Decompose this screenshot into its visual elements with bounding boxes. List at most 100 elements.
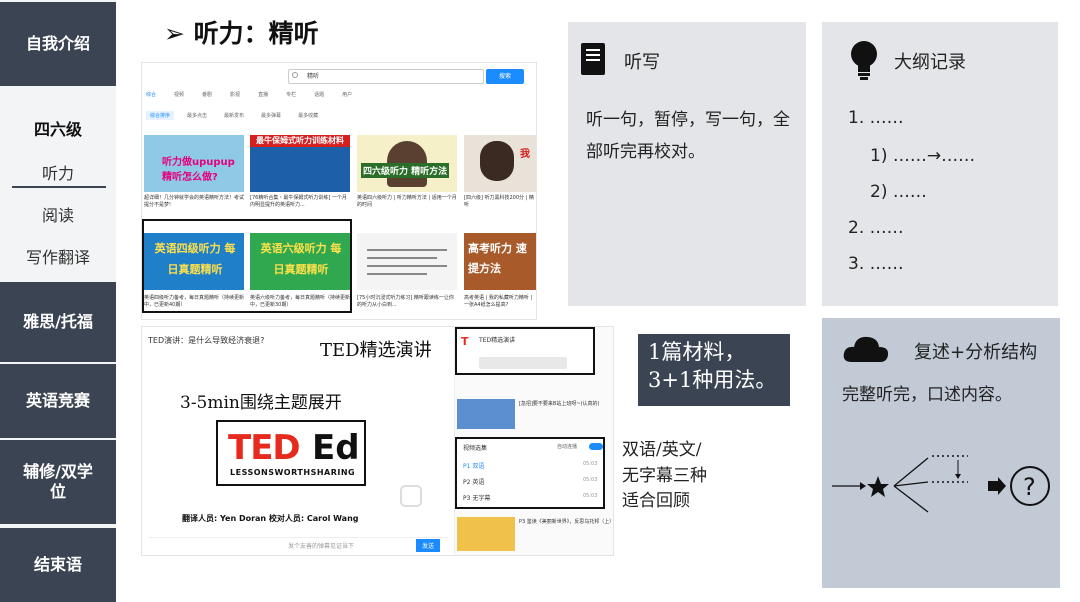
side-note-line: 双语/英文/ [622, 440, 702, 460]
episode-duration: 05:03 [583, 461, 598, 467]
notebook-icon [581, 43, 605, 75]
tab-video[interactable]: 视频 [174, 91, 184, 98]
video-thumb[interactable]: 四六级听力 精听方法 [357, 135, 457, 192]
arrow-bullet-icon: ➢ [164, 19, 185, 48]
panel-retell: 复述+分析结构 完整听完，口述内容。 ? [822, 318, 1060, 588]
follow-button[interactable] [479, 357, 567, 369]
lightbulb-icon [851, 41, 877, 80]
panel-title: 听写 [624, 52, 660, 73]
filter-danmaku[interactable]: 最多弹幕 [257, 111, 285, 120]
search-filters: 综合排序 最多点击 最新发布 最多弹幕 最多收藏 [146, 111, 322, 120]
highlight-box: 1篇材料， 3+1种用法。 [638, 334, 790, 406]
send-button[interactable]: 发送 [416, 539, 441, 552]
video-title[interactable]: 高考英语 | 我的私藏听力精听 | 一张A4纸怎么提高? [464, 295, 536, 308]
play-icon[interactable] [400, 485, 422, 507]
video-thumb-text: 听力做upupup 精听怎么做? [162, 157, 235, 183]
autoplay-label: 自动连播 [557, 444, 578, 450]
text-line [367, 265, 447, 267]
nav-writing[interactable]: 写作翻译 [0, 244, 116, 268]
outline-line: 3. …… [848, 254, 904, 274]
episode-item[interactable]: P2 英语 [463, 477, 484, 486]
search-input[interactable]: 精听 [288, 69, 484, 84]
video-subtitle-credit: 翻译人员: Yen Doran 校对人员: Carol Wang [182, 514, 359, 523]
tab-topic[interactable]: 话题 [314, 91, 324, 98]
channel-avatar-icon: T [461, 335, 469, 348]
tab-anime[interactable]: 番剧 [202, 91, 212, 98]
nav-ielts[interactable]: 雅思/托福 [0, 282, 116, 362]
nav-listening[interactable]: 听力 [0, 160, 116, 184]
ted-label: TED精选演讲 [320, 340, 432, 361]
tab-live[interactable]: 直播 [258, 91, 268, 98]
filter-clicks[interactable]: 最多点击 [183, 111, 211, 120]
video-thumb[interactable]: 听力做upupup 精听怎么做? [144, 135, 244, 192]
related-title[interactable]: P3 鉴读《美丽新世界》，反思乌托邦（上） [519, 519, 613, 526]
video-thumb-text: 四六级听力 精听方法 [361, 163, 450, 178]
playlist-column: T TED精选演讲 [急招]要不要来B站上班呀~(认真的) 视频选集 自动连播 … [454, 327, 613, 555]
panel-title: 大纲记录 [894, 52, 966, 73]
nav-reading[interactable]: 阅读 [0, 202, 116, 226]
video-thumb[interactable]: 高考听力 速提方法 [464, 233, 536, 290]
nav-contest[interactable]: 英语竞赛 [0, 364, 116, 438]
panel-text: 听一句，暂停，写一句，全部听完再校对。 [586, 110, 790, 163]
related-thumb[interactable] [457, 517, 515, 551]
video-title[interactable]: [四六级] 听力黑科技200分 | 精听 [464, 195, 536, 208]
video-title[interactable]: 超详细！几分钟就学会的英语精听方法！考试提分不是梦! [144, 195, 244, 208]
selection-highlight [142, 219, 352, 313]
episode-list: 视频选集 自动连播 P1 双语 05:03 P2 英语 05:03 P3 无字幕… [455, 437, 605, 509]
nav-ending[interactable]: 结束语 [0, 528, 116, 602]
filter-favorites[interactable]: 最多收藏 [294, 111, 322, 120]
autoplay-toggle[interactable] [589, 443, 603, 450]
video-thumb-text: 高考听力 速提方法 [468, 242, 527, 275]
highlight-line-1: 1篇材料， [648, 340, 746, 364]
logo-ed: Ed [312, 428, 360, 468]
video-thumb[interactable]: 最牛保姆式听力训练材料 [250, 135, 350, 192]
logo-tagline: LESSONSWORTHSHARING [230, 468, 356, 477]
outline-line: 2) …… [870, 182, 927, 202]
page-title: ➢ 听力：精听 [164, 14, 319, 50]
video-title[interactable]: [75小时沉浸式听力练习] 精听跟读练一让你的听力从小白到... [357, 295, 457, 308]
episode-item[interactable]: P3 无字幕 [463, 493, 490, 502]
video-thumb[interactable] [357, 233, 457, 290]
outline-line: 2. …… [848, 218, 904, 238]
search-tabs: 综合 视频 番剧 影视 直播 专栏 话题 用户 [146, 91, 352, 98]
slide: 自我介绍 四六级 听力 阅读 写作翻译 雅思/托福 英语竞赛 辅修/双学位 结束… [0, 0, 1080, 602]
video-title[interactable]: 英语四六级听力 | 听力精听方法 | 适用一个月的时间 [357, 195, 457, 208]
side-note: 双语/英文/ 无字幕三种 适合回顾 [622, 438, 707, 515]
tab-user[interactable]: 用户 [342, 91, 352, 98]
text-line [367, 257, 437, 259]
tab-film[interactable]: 影视 [230, 91, 240, 98]
side-note-line: 适合回顾 [622, 491, 690, 511]
video-thumb-text: 我 [520, 149, 530, 160]
video-title[interactable]: [76精听合集・最牛保姆式听力训练] 一个月内明显提升的英语听力... [250, 195, 350, 208]
text-line [367, 249, 447, 251]
nav-intro[interactable]: 自我介绍 [0, 2, 116, 86]
ted-ed-logo: TED Ed LESSONSWORTHSHARING [216, 420, 366, 486]
filter-default[interactable]: 综合排序 [146, 111, 175, 120]
ted-video-title: TED演讲：是什么导致经济衰退? [148, 336, 265, 345]
episode-duration: 05:03 [583, 493, 598, 499]
search-screenshot: 精听 搜索 综合 视频 番剧 影视 直播 专栏 话题 用户 综合排序 最多点击 … [141, 62, 537, 320]
comment-input[interactable]: 发个友善的弹幕见证当下 [288, 541, 354, 550]
structure-diagram-icon: ? [832, 455, 1050, 513]
video-thumb[interactable]: 我 [464, 135, 536, 192]
svg-text:?: ? [1023, 473, 1036, 501]
ted-topic: 3-5min围绕主题展开 [180, 393, 342, 413]
outline-line: 1) ……→…… [870, 146, 976, 166]
nav-minor[interactable]: 辅修/双学位 [0, 440, 116, 524]
side-note-line: 无字幕三种 [622, 465, 707, 486]
search-icon [292, 72, 298, 78]
panel-text: 完整听完，口述内容。 [842, 385, 1012, 405]
tab-column[interactable]: 专栏 [286, 91, 296, 98]
episode-item[interactable]: P1 双语 [463, 461, 484, 470]
nav-cet[interactable]: 四六级 [0, 116, 116, 140]
related-title[interactable]: [急招]要不要来B站上班呀~(认真的) [519, 401, 613, 408]
panel-outline: 大纲记录 1. …… 1) ……→…… 2) …… 2. …… 3. …… [822, 22, 1058, 306]
video-thumb-text: 最牛保姆式听力训练材料 [256, 136, 344, 145]
related-thumb[interactable] [457, 399, 515, 429]
channel-card[interactable]: T TED精选演讲 [455, 327, 595, 375]
filter-newest[interactable]: 最新发布 [220, 111, 248, 120]
highlight-line-2: 3+1种用法。 [648, 368, 777, 393]
tab-all[interactable]: 综合 [146, 91, 156, 98]
search-button[interactable]: 搜索 [486, 69, 524, 84]
outline-line: 1. …… [848, 108, 904, 128]
